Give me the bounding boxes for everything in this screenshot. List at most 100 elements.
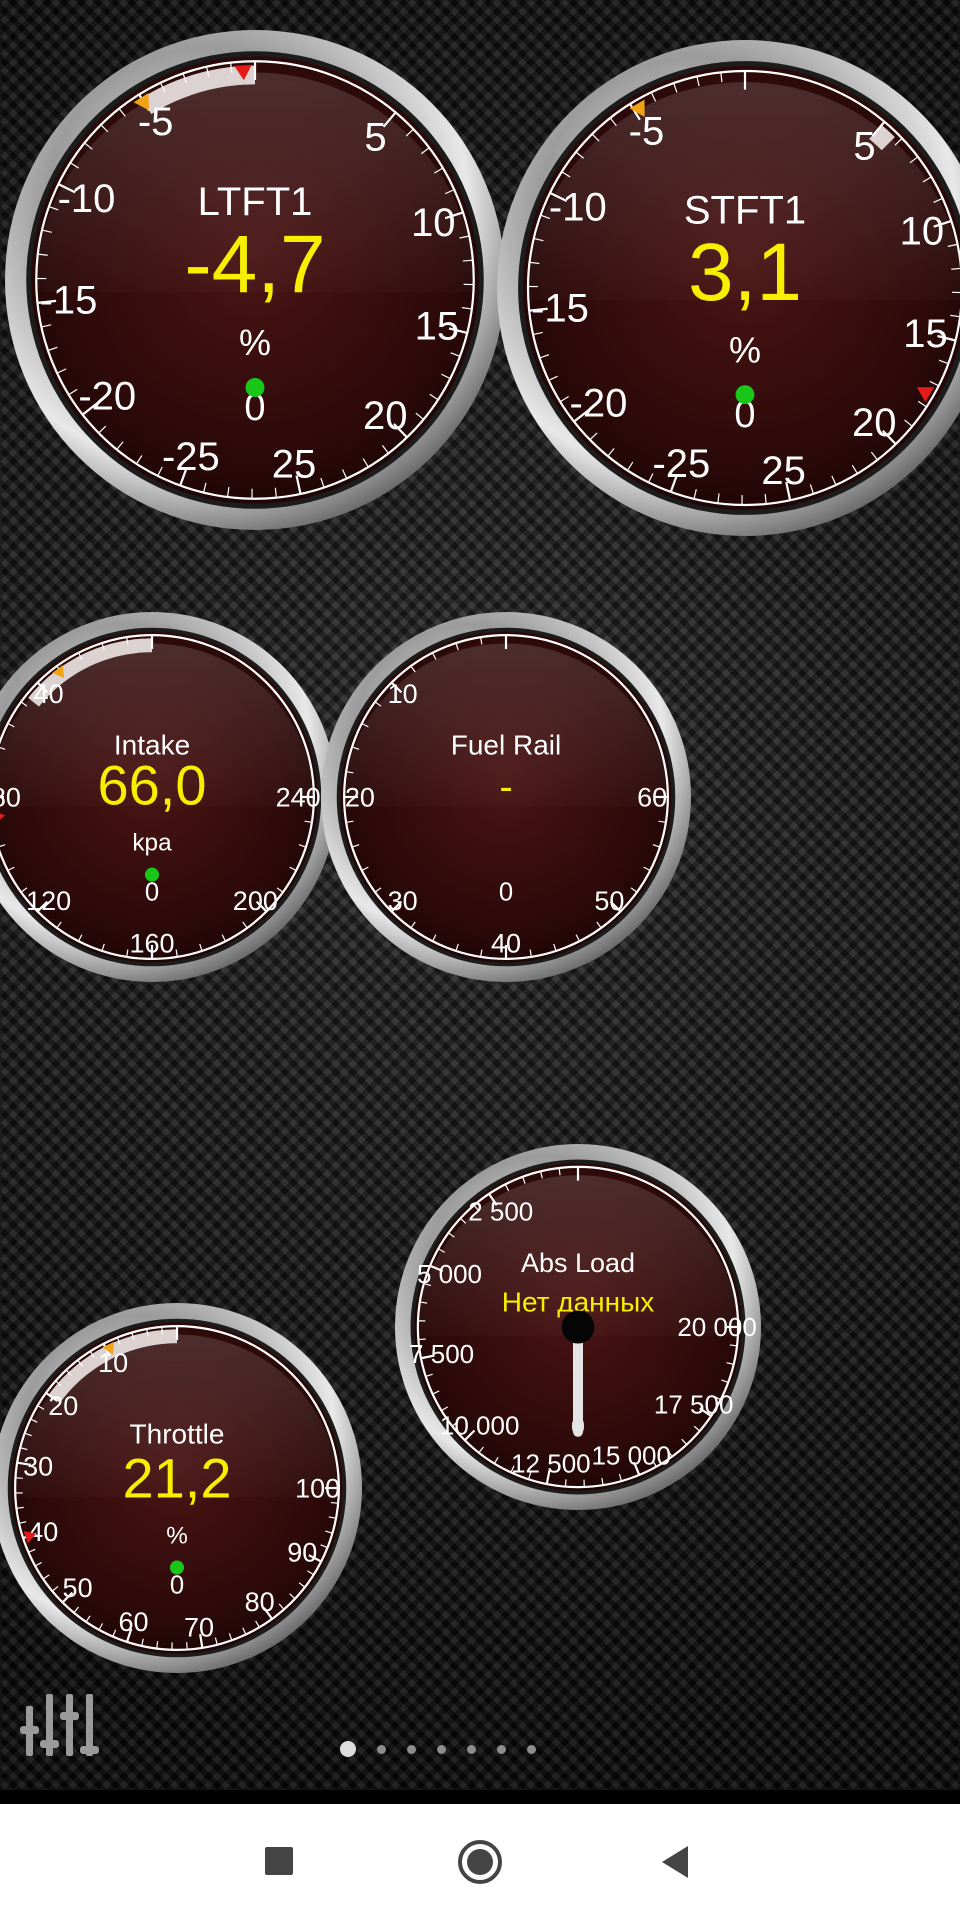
separator-bar — [0, 1790, 960, 1804]
tick-label: 0 — [145, 879, 159, 907]
tick-label: 0 — [499, 879, 513, 907]
tick-label: 5 — [853, 125, 875, 169]
page-dot-2[interactable] — [377, 1744, 386, 1754]
sliders-icon — [20, 1694, 99, 1756]
gauge-unit: % — [166, 1523, 188, 1550]
status-dot — [735, 385, 755, 405]
status-dot — [245, 378, 265, 397]
tick-label: 15 — [415, 304, 460, 348]
page-dot-4[interactable] — [437, 1744, 446, 1754]
tick-label: 20 — [48, 1391, 78, 1421]
page-dot-5[interactable] — [467, 1744, 476, 1754]
tick-label: 60 — [637, 782, 667, 812]
tick-label: 80 — [245, 1587, 275, 1617]
tick-label: 240 — [276, 782, 321, 812]
tick-label: 100 — [295, 1473, 340, 1503]
minor-tick — [161, 1326, 164, 1335]
gauge-fuelrail[interactable]: 0 10 20 30 40 50 60 Fuel Rail - — [321, 612, 691, 982]
tick-label: 10 — [411, 201, 456, 245]
page-dot-7[interactable] — [527, 1744, 536, 1754]
gauge-unit: % — [729, 329, 761, 370]
tick-label: -10 — [58, 177, 116, 221]
tick-label: -20 — [78, 374, 136, 418]
tick-label: 60 — [119, 1607, 149, 1637]
tick-label: 2 500 — [468, 1196, 533, 1226]
tick-label: 70 — [184, 1612, 214, 1642]
tick-label: -15 — [531, 286, 589, 330]
page-dot-3[interactable] — [407, 1744, 416, 1754]
minor-tick — [558, 1167, 561, 1176]
tick-label: 90 — [287, 1537, 317, 1567]
tick-label: 20 — [345, 782, 375, 812]
tick-label: 120 — [26, 886, 71, 916]
tick-label: -5 — [629, 109, 665, 153]
tick-label: 30 — [23, 1451, 53, 1481]
gauge-intake[interactable]: 04080120160200240Intake66,0kpa — [0, 612, 337, 982]
tick-label: 50 — [594, 886, 624, 916]
minor-tick — [729, 1344, 738, 1347]
home-button[interactable] — [448, 1830, 512, 1894]
gauge-dashboard: 0-5-10-15-20-25 252015105LTFT1-4,7%0-5-10… — [0, 30, 960, 1673]
tick-label: 20 — [852, 401, 897, 445]
tick-label: 20 000 — [677, 1312, 757, 1342]
tick-label: 17 500 — [654, 1389, 734, 1419]
gauge-throttle[interactable]: 0 10 20 30 4050 60 70 80 90 100 Throttle21,2% — [0, 1303, 362, 1673]
status-dot — [169, 1560, 185, 1575]
recents-icon — [265, 1847, 293, 1875]
back-icon — [662, 1846, 688, 1878]
gauge-label: Abs Load — [521, 1248, 635, 1278]
page-indicator — [340, 1739, 536, 1759]
tick-label: 80 — [0, 782, 21, 812]
tick-label: 40 — [491, 929, 521, 959]
gauge-label: Fuel Rail — [451, 729, 561, 760]
gauge-unit: kpa — [132, 830, 172, 857]
tick-label: 7 500 — [409, 1339, 474, 1369]
tick-label: 200 — [233, 886, 278, 916]
gauge-label: STFT1 — [684, 189, 806, 233]
back-button[interactable] — [644, 1830, 708, 1894]
gauge-value: - — [499, 765, 512, 809]
tick-label: 25 — [761, 449, 806, 493]
gauge-value: 3,1 — [688, 227, 802, 318]
tick-label: 40 — [28, 1517, 58, 1547]
gauge-value: 66,0 — [98, 754, 207, 817]
tick-label: -25 — [652, 442, 710, 486]
tick-label: 15 000 — [591, 1441, 671, 1471]
tick-label: 10 — [98, 1348, 128, 1378]
gauge-label: LTFT1 — [198, 180, 313, 224]
home-icon — [458, 1840, 502, 1884]
status-dot — [144, 867, 160, 882]
tick-label: 10 — [900, 210, 945, 254]
range-band — [869, 125, 895, 151]
tick-label: 0 — [170, 1571, 184, 1599]
tick-label: 5 — [364, 115, 386, 159]
minor-tick — [564, 1479, 567, 1487]
tick-label: -20 — [570, 382, 628, 426]
gauge-stft1[interactable]: 0-5-10-15-20-25 252015105STFT13,1% — [497, 40, 960, 536]
gauge-label: Throttle — [130, 1419, 225, 1450]
tick-label: 30 — [388, 886, 418, 916]
gauge-absload[interactable]: 02 5005 0007 50010 00012 50015 00017 500… — [395, 1144, 761, 1510]
tick-label: -10 — [549, 185, 607, 229]
gauge-ltft1[interactable]: 0-5-10-15-20-25 252015105LTFT1-4,7% — [5, 30, 505, 530]
tick-label: -25 — [162, 435, 220, 479]
gauge-unit: % — [239, 322, 271, 363]
tick-label: 12 500 — [511, 1449, 591, 1479]
tick-label: 25 — [272, 442, 317, 486]
tick-label: 10 000 — [440, 1410, 520, 1440]
tick-label: 5 000 — [417, 1259, 482, 1289]
page-dot-1[interactable] — [340, 1741, 356, 1757]
tick-label: 15 — [903, 312, 948, 356]
gauge-value: 21,2 — [123, 1446, 232, 1509]
tick-label: 40 — [34, 679, 64, 709]
settings-sliders-button[interactable] — [18, 1690, 104, 1768]
gauge-value: -4,7 — [184, 219, 325, 310]
needle-hub — [561, 1310, 595, 1344]
page-dot-6[interactable] — [497, 1744, 506, 1754]
tick-label: -15 — [40, 279, 98, 323]
recents-button[interactable] — [248, 1830, 312, 1894]
tick-label: 50 — [63, 1573, 93, 1603]
tick-label: 160 — [129, 929, 174, 959]
tick-label: 20 — [363, 394, 408, 438]
system-nav-bar — [0, 1804, 960, 1920]
